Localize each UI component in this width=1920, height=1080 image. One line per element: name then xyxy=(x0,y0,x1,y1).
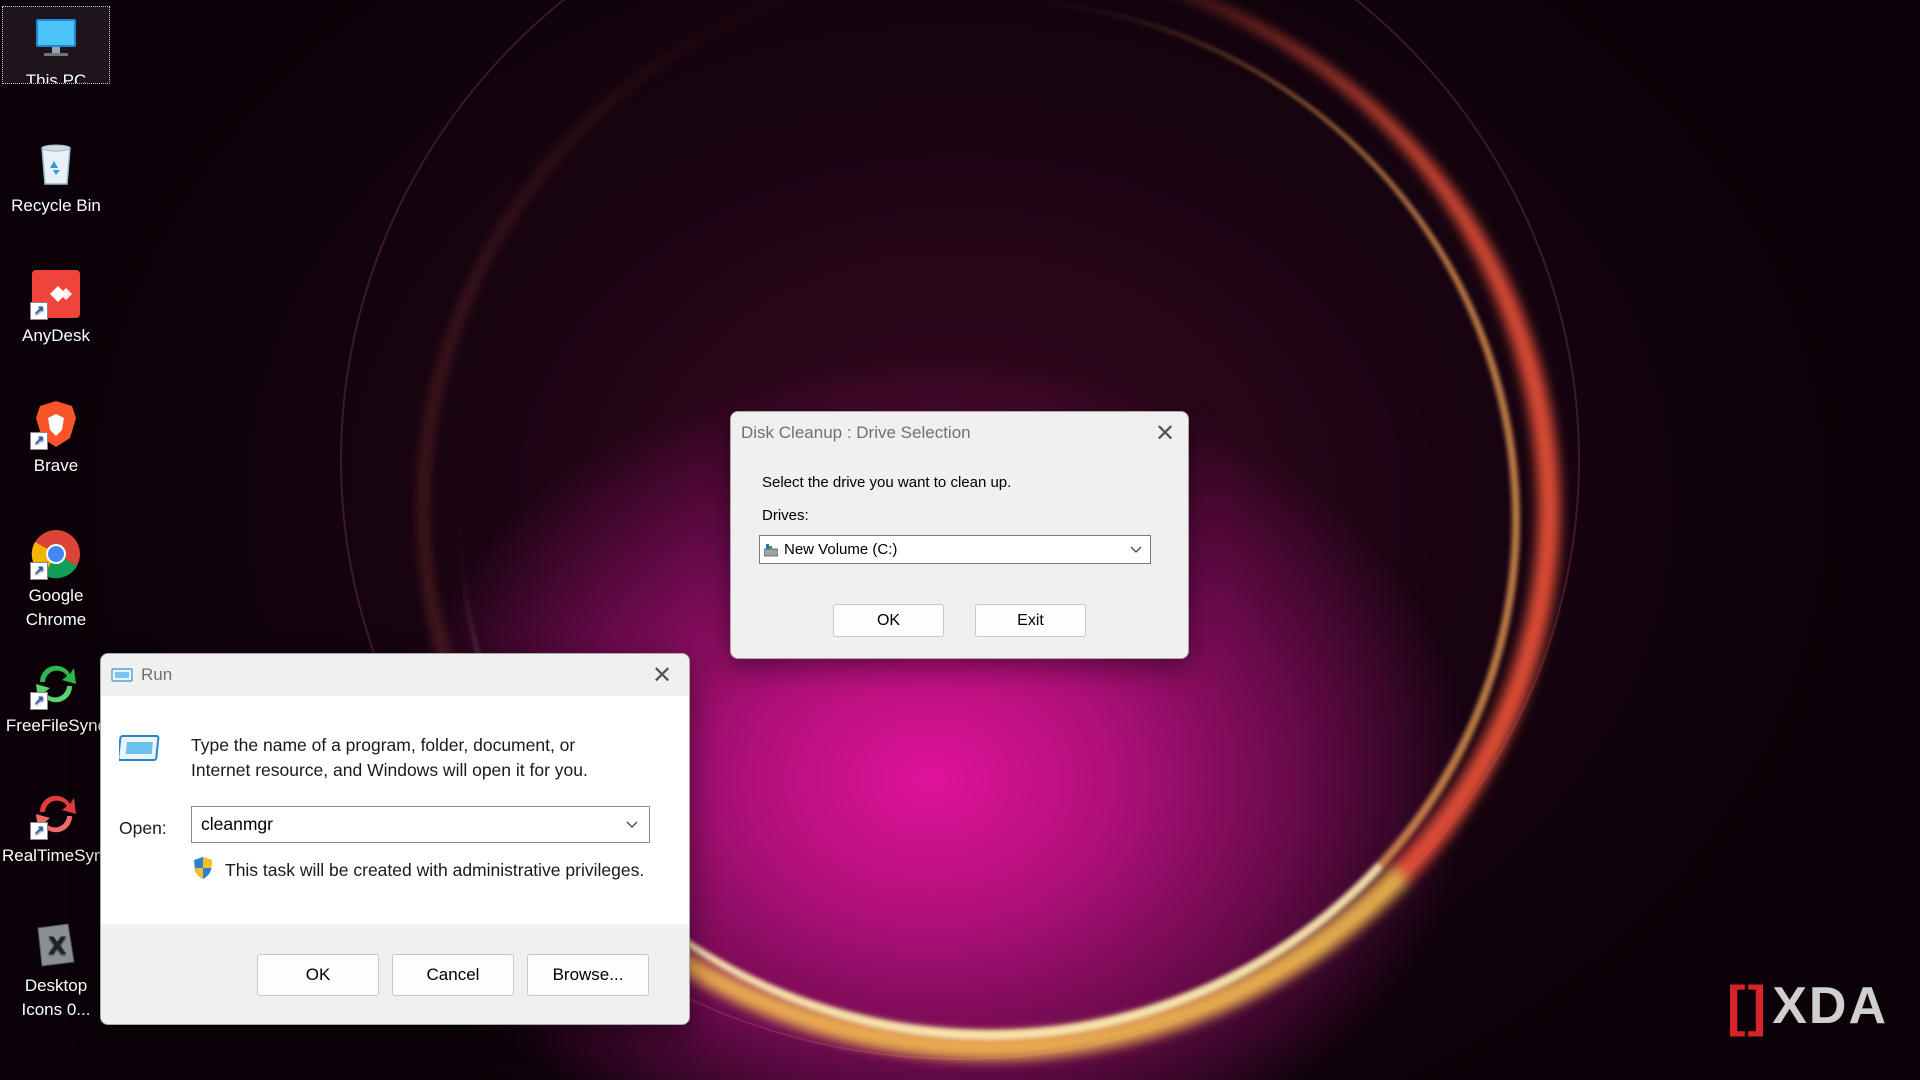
desktop-icon-realtimesync[interactable]: ↗ RealTimeSync xyxy=(2,782,110,868)
desktop-icon-label: This PC xyxy=(25,71,87,83)
disk-cleanup-window: Disk Cleanup : Drive Selection ✕ Select … xyxy=(730,411,1189,659)
desktop-icon-desktop-icons[interactable]: X Desktop Icons 0... xyxy=(2,912,110,1022)
chevron-down-icon xyxy=(1122,541,1150,558)
desktop-icon-freefilesync[interactable]: ↗ FreeFileSync xyxy=(2,652,110,738)
open-label: Open: xyxy=(119,818,167,838)
xda-logo-bracket-icon: [] xyxy=(1726,974,1769,1037)
run-large-icon xyxy=(117,732,161,769)
xda-watermark-text: XDA xyxy=(1772,976,1888,1035)
desktop-icons-x-icon: X xyxy=(30,918,82,970)
run-browse-button[interactable]: Browse... xyxy=(527,954,649,996)
shortcut-arrow-icon: ↗ xyxy=(30,302,48,320)
run-title: Run xyxy=(141,665,173,684)
brave-lion-icon: ↗ xyxy=(30,398,82,450)
realtimesync-icon: ↗ xyxy=(30,788,82,840)
desktop-icon-brave[interactable]: ↗ Brave xyxy=(2,392,110,478)
disk-cleanup-exit-button[interactable]: Exit xyxy=(975,604,1086,637)
shortcut-arrow-icon: ↗ xyxy=(30,692,48,710)
desktop-icon-label: Desktop Icons 0... xyxy=(21,976,91,1019)
desktop-icon-google-chrome[interactable]: ↗ Google Chrome xyxy=(2,522,110,632)
run-description-line2: Internet resource, and Windows will open… xyxy=(191,760,588,780)
drive-icon xyxy=(763,543,779,556)
run-titlebar[interactable]: Run ✕ xyxy=(101,654,689,696)
desktop-icon-label: Google Chrome xyxy=(25,586,87,629)
anydesk-icon: ↗ xyxy=(30,268,82,320)
run-window: Run ✕ Type the name of a program, folder… xyxy=(100,653,690,1025)
drives-select[interactable]: New Volume (C:) xyxy=(759,535,1151,564)
disk-cleanup-body: Select the drive you want to clean up. D… xyxy=(731,454,1188,658)
desktop-icon-label: RealTimeSync xyxy=(2,846,110,865)
shortcut-arrow-icon: ↗ xyxy=(30,822,48,840)
run-cancel-button[interactable]: Cancel xyxy=(392,954,514,996)
run-description: Type the name of a program, folder, docu… xyxy=(191,733,588,783)
chrome-icon: ↗ xyxy=(30,528,82,580)
run-ok-button[interactable]: OK xyxy=(257,954,379,996)
admin-note: This task will be created with administr… xyxy=(225,860,645,880)
disk-cleanup-title: Disk Cleanup : Drive Selection xyxy=(741,423,971,442)
run-app-icon xyxy=(111,667,133,683)
close-icon[interactable]: ✕ xyxy=(635,654,689,696)
desktop-icon-this-pc[interactable]: This PC xyxy=(2,6,110,84)
run-footer: OK Cancel Browse... xyxy=(101,924,689,1024)
desktop-icon-label: FreeFileSync xyxy=(5,716,107,735)
recycle-bin-icon xyxy=(30,138,82,190)
drives-label: Drives: xyxy=(762,507,809,524)
disk-cleanup-titlebar[interactable]: Disk Cleanup : Drive Selection ✕ xyxy=(731,412,1188,454)
disk-cleanup-prompt: Select the drive you want to clean up. xyxy=(762,474,1012,491)
close-icon[interactable]: ✕ xyxy=(1142,412,1188,454)
run-content: Type the name of a program, folder, docu… xyxy=(101,696,689,924)
freefilesync-icon: ↗ xyxy=(30,658,82,710)
monitor-icon xyxy=(30,13,82,65)
desktop-icon-anydesk[interactable]: ↗ AnyDesk xyxy=(2,262,110,348)
open-input-value: cleanmgr xyxy=(201,814,273,834)
chevron-down-icon[interactable] xyxy=(615,816,649,834)
desktop-icon-label: AnyDesk xyxy=(21,326,91,345)
drives-select-value: New Volume (C:) xyxy=(784,541,898,558)
shortcut-arrow-icon: ↗ xyxy=(30,432,48,450)
shield-icon xyxy=(191,856,215,880)
svg-text:X: X xyxy=(48,932,67,960)
xda-watermark: [] XDA xyxy=(1727,973,1888,1038)
desktop-icon-label: Brave xyxy=(33,456,79,475)
run-description-line1: Type the name of a program, folder, docu… xyxy=(191,735,576,755)
shortcut-arrow-icon: ↗ xyxy=(30,562,48,580)
disk-cleanup-ok-button[interactable]: OK xyxy=(833,604,944,637)
desktop-icon-label: Recycle Bin xyxy=(11,196,101,215)
desktop-icon-recycle-bin[interactable]: Recycle Bin xyxy=(2,132,110,218)
open-input[interactable]: cleanmgr xyxy=(191,806,650,843)
